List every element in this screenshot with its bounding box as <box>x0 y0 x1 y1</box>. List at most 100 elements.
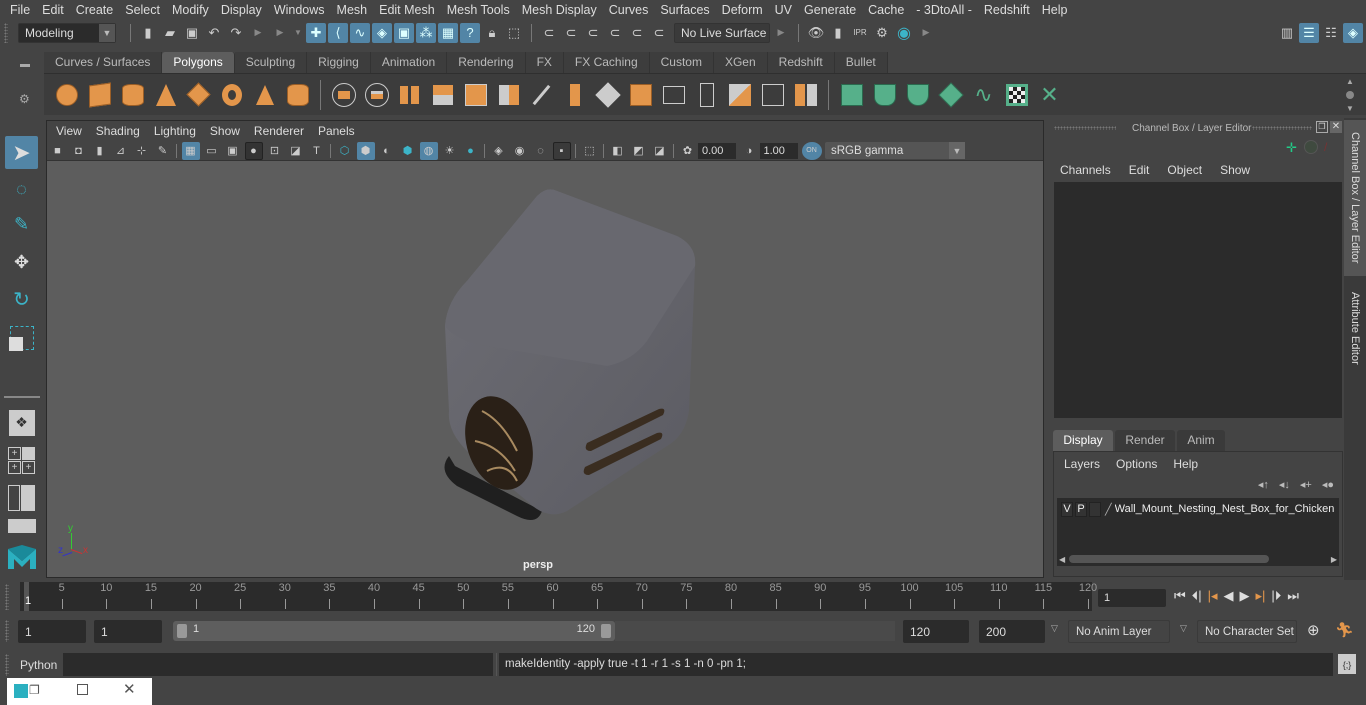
motion-blur-icon[interactable]: ◉ <box>511 142 529 160</box>
script-editor-icon[interactable]: {;} <box>1338 654 1356 674</box>
default-material-icon[interactable]: ◐ <box>378 142 396 160</box>
range-end-handle[interactable] <box>601 624 611 638</box>
shadows-icon[interactable]: ● <box>462 142 480 160</box>
menu-layers[interactable]: Layers <box>1064 457 1100 471</box>
xray-joints-icon[interactable]: ◩ <box>630 142 648 160</box>
menu-mesh-display[interactable]: Mesh Display <box>516 3 603 17</box>
menu-display[interactable]: Display <box>215 3 268 17</box>
layer-color-icon[interactable]: ╱ <box>1105 503 1112 516</box>
camera-attributes-icon[interactable]: ◘ <box>70 142 88 160</box>
safe-title-icon[interactable]: T <box>308 142 326 160</box>
play-backwards-icon[interactable]: ◀ <box>1224 588 1234 604</box>
poly-cube-icon[interactable] <box>86 81 114 109</box>
append-polygon-icon[interactable] <box>627 81 655 109</box>
select-misc-icon[interactable]: ? <box>460 22 480 43</box>
menu-show[interactable]: Show <box>1220 163 1250 177</box>
time-toggle-icon[interactable] <box>1304 140 1318 154</box>
playback-end-field[interactable]: 120 <box>903 620 969 643</box>
layer-list-scrollbar[interactable]: ◀ ▶ <box>1059 554 1337 564</box>
menu-object[interactable]: Object <box>1167 163 1202 177</box>
side-tab-attribute-editor[interactable]: Attribute Editor <box>1344 278 1366 378</box>
menu-edit[interactable]: Edit <box>1129 163 1150 177</box>
current-frame-field[interactable]: 1 <box>1098 589 1166 607</box>
shelf-tab-rendering[interactable]: Rendering <box>447 52 526 73</box>
select-uv-icon[interactable]: ▦ <box>438 22 458 43</box>
scroll-up-icon[interactable]: ▲ <box>1346 77 1354 86</box>
layer-visibility-toggle[interactable]: V <box>1061 501 1073 517</box>
snap-grid-icon[interactable]: ⊂ <box>539 23 559 43</box>
new-layer-selected-icon[interactable]: ◂● <box>1322 478 1334 491</box>
menu-generate[interactable]: Generate <box>798 3 862 17</box>
workspace-dropdown[interactable]: Modeling ▼ <box>18 22 116 43</box>
shelf-tab-curves-surfaces[interactable]: Curves / Surfaces <box>44 52 163 73</box>
spherical-uv-icon[interactable] <box>904 81 932 109</box>
select-edge-icon[interactable]: ▣ <box>394 22 414 43</box>
go-to-end-icon[interactable]: ⏭ <box>1287 588 1299 604</box>
new-empty-layer-icon[interactable]: ◂+ <box>1300 478 1312 491</box>
scroll-right-icon[interactable]: ▶ <box>1331 555 1337 564</box>
play-forwards-icon[interactable]: ▶ <box>1240 588 1250 604</box>
collapse-arrow-icon[interactable]: ▶ <box>248 23 268 43</box>
uv-editor-icon[interactable] <box>1003 81 1031 109</box>
select-vertex-icon[interactable]: ◈ <box>372 22 392 43</box>
go-to-start-icon[interactable]: ⏮ <box>1174 588 1186 604</box>
safe-action-icon[interactable]: ◪ <box>287 142 305 160</box>
shelf-tab-custom[interactable]: Custom <box>649 52 714 73</box>
manipulator-axis-icon[interactable]: ✛ <box>1286 140 1297 156</box>
command-language-toggle[interactable]: Python <box>20 658 57 672</box>
collapse-arrow-icon[interactable]: ▶ <box>270 23 290 43</box>
shelf-tab-bullet[interactable]: Bullet <box>834 52 888 73</box>
keyframe-toggle-icon[interactable]: / <box>1324 140 1327 154</box>
animation-preferences-icon[interactable]: 🏃︎ <box>1335 621 1354 639</box>
cylindrical-uv-icon[interactable] <box>871 81 899 109</box>
redo-icon[interactable]: ↷ <box>226 23 246 43</box>
move-tool[interactable]: ✥ <box>5 246 38 279</box>
scroll-down-icon[interactable]: ▼ <box>1346 104 1354 113</box>
poly-cone-icon[interactable] <box>152 81 180 109</box>
step-forward-key-icon[interactable]: ▸| <box>1256 588 1266 604</box>
select-face-icon[interactable]: ⁂ <box>416 22 436 43</box>
select-by-object-icon[interactable]: ⟨ <box>328 22 348 43</box>
shelf-settings-gear-icon[interactable]: ⚙ <box>19 92 30 106</box>
quad-draw-icon[interactable] <box>792 81 820 109</box>
layout-button[interactable] <box>5 516 38 536</box>
modeling-toolkit-icon[interactable]: ▥ <box>1277 23 1297 43</box>
step-forward-frame-icon[interactable]: |⏵︎ <box>1271 588 1281 604</box>
range-slider[interactable]: 1 120 <box>173 621 615 641</box>
image-plane-icon[interactable]: ⊿ <box>112 142 130 160</box>
command-grip[interactable] <box>5 654 9 676</box>
select-by-hierarchy-icon[interactable]: ✚ <box>306 22 326 43</box>
viewport-menu-panels[interactable]: Panels <box>311 124 362 138</box>
menu-channels[interactable]: Channels <box>1060 163 1111 177</box>
time-slider-grip[interactable] <box>5 584 9 610</box>
menu-select[interactable]: Select <box>119 3 166 17</box>
split-icon[interactable] <box>726 81 754 109</box>
render-settings-icon[interactable]: ⚙ <box>872 23 892 43</box>
mirror-icon[interactable] <box>396 81 424 109</box>
menu-file[interactable]: File <box>4 3 36 17</box>
scroll-thumb[interactable] <box>1069 555 1270 563</box>
poly-torus-icon[interactable] <box>218 81 246 109</box>
shelf-menu-icon[interactable] <box>20 64 30 67</box>
render-view-icon[interactable]: 👁︎ <box>806 23 826 43</box>
shelf-tab-fx[interactable]: FX <box>525 52 564 73</box>
live-surface-field[interactable]: No Live Surface <box>674 22 770 43</box>
maximize-icon[interactable] <box>77 684 88 695</box>
menu-edit-mesh[interactable]: Edit Mesh <box>373 3 441 17</box>
snap-curve-icon[interactable]: ⊂ <box>561 23 581 43</box>
shelf-tab-animation[interactable]: Animation <box>370 52 448 73</box>
bridge-icon[interactable] <box>594 81 622 109</box>
viewport-panel[interactable]: View Shading Lighting Show Renderer Pane… <box>46 120 1044 578</box>
bevel-icon[interactable] <box>462 81 490 109</box>
unfold-uv-icon[interactable]: ∿ <box>970 81 998 109</box>
layer-editor-toggle-icon[interactable]: ◈ <box>1343 22 1363 43</box>
time-slider[interactable]: 1 5 10 15 20 25 30 35 40 45 50 55 60 65 70 75 80 85 90 95 1… <box>20 582 1097 611</box>
wireframe-on-shaded-icon[interactable]: ⬢ <box>399 142 417 160</box>
snap-point-icon[interactable]: ⊂ <box>583 23 603 43</box>
layout-uv-icon[interactable]: ✕ <box>1036 81 1064 109</box>
menu-cache[interactable]: Cache <box>862 3 910 17</box>
four-view-layout-button[interactable]: + + + <box>5 444 38 477</box>
film-gate-icon[interactable]: ▭ <box>203 142 221 160</box>
anim-layer-dropdown[interactable]: No Anim Layer <box>1068 620 1170 643</box>
exposure-icon[interactable]: ✿ <box>679 142 697 160</box>
